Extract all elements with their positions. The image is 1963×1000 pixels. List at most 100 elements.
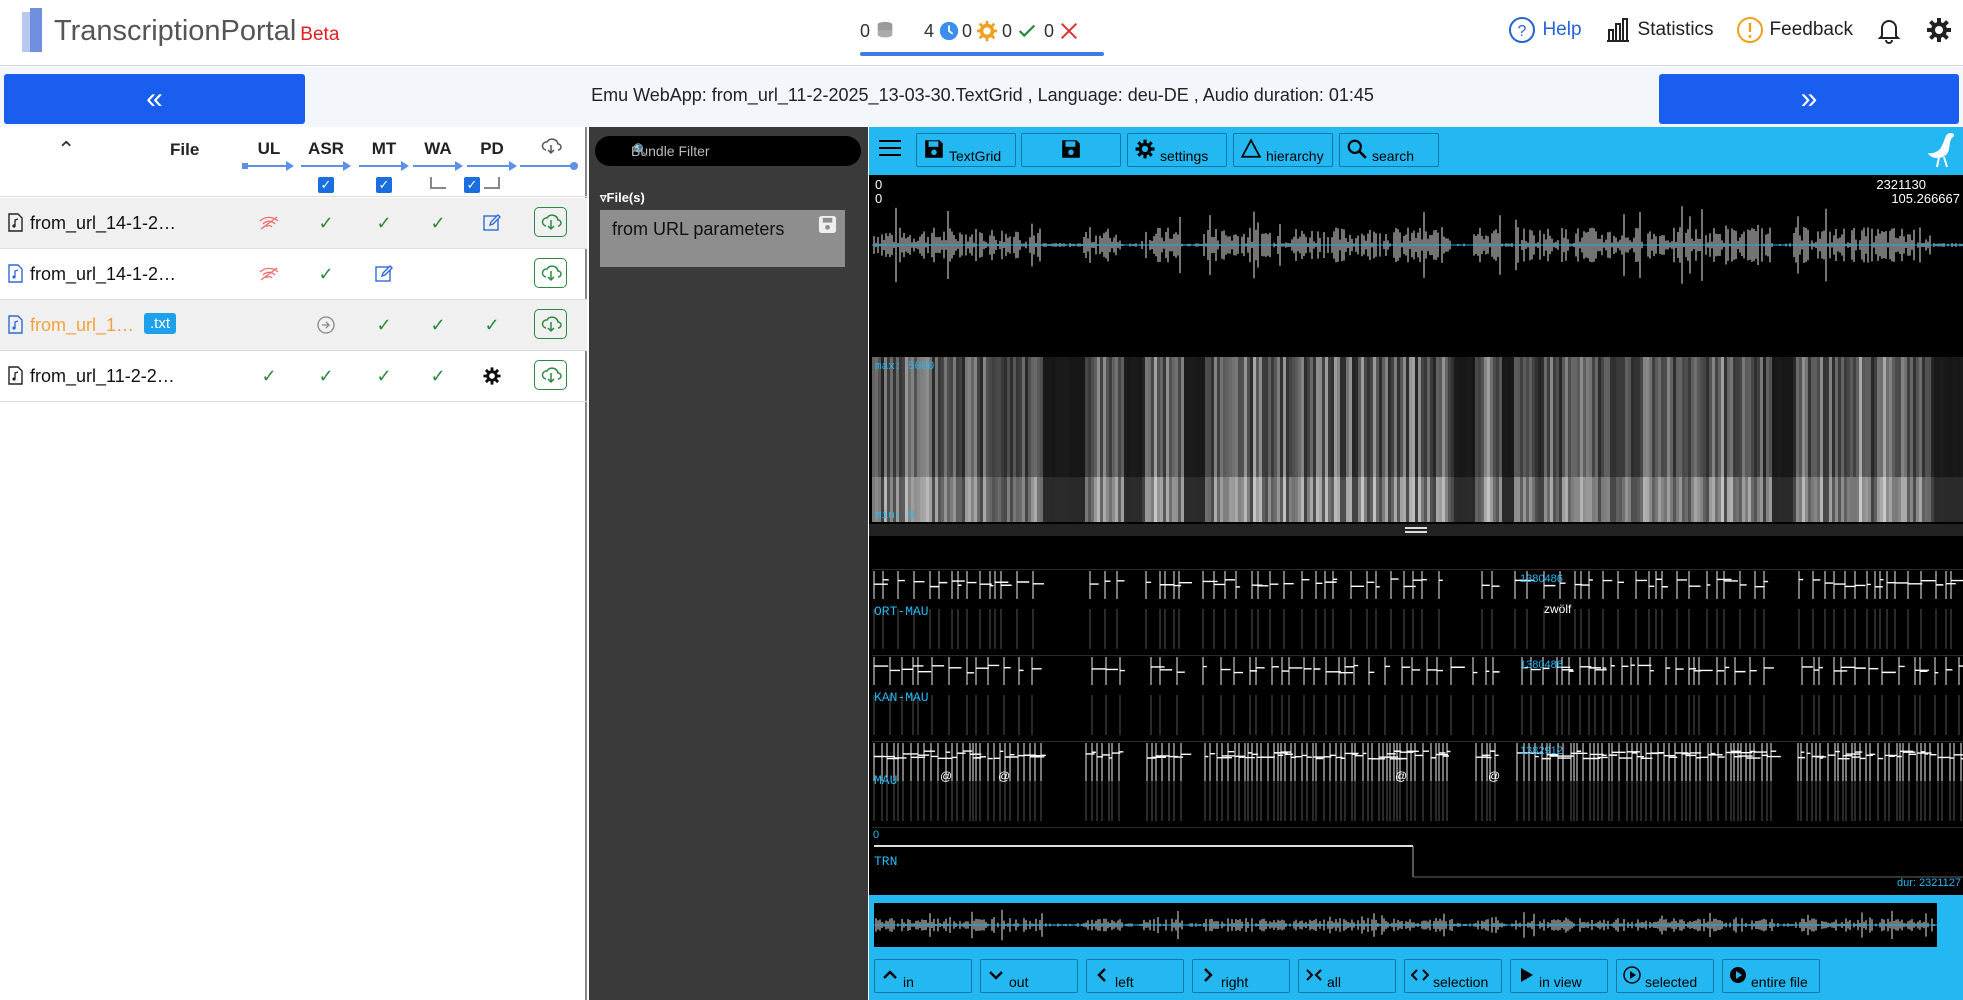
play-entire-file-label: entire file [1751, 974, 1808, 990]
audio-file-icon [8, 315, 23, 334]
tier-ort-mau-canvas[interactable] [872, 569, 1963, 651]
txt-badge[interactable]: .txt [144, 313, 177, 334]
spectrogram-canvas[interactable] [872, 357, 1963, 522]
mt-check-icon: ✓ [376, 365, 392, 386]
ul-status-no-internet-icon [242, 212, 296, 234]
play-icon [1521, 968, 1533, 982]
file-name[interactable]: from_url_14-1-2… [30, 213, 176, 234]
search-button[interactable]: search [1339, 133, 1439, 167]
gear-icon [1927, 18, 1951, 42]
play-in-view-button[interactable]: in view [1510, 959, 1608, 993]
download-button[interactable] [534, 258, 567, 288]
tier-mau[interactable]: MAU 1382912 @ @ @ @ [872, 741, 1963, 823]
emu-bird-logo-icon[interactable] [1925, 130, 1957, 170]
waveform-canvas[interactable] [872, 175, 1963, 315]
scroll-left-button[interactable]: left [1086, 959, 1184, 993]
zoom-in-button[interactable]: in [874, 959, 972, 993]
view-selection-button[interactable]: selection [1404, 959, 1502, 993]
save-button[interactable] [1021, 133, 1121, 167]
file-name[interactable]: from_url_14-1-2… [30, 264, 176, 285]
chevron-up-icon [883, 970, 897, 979]
bundle-filter-input[interactable]: 🔍 Bundle Filter [595, 136, 861, 166]
scroll-right-button[interactable]: right [1192, 959, 1290, 993]
status-processing-count: 4 [924, 20, 935, 41]
bundle-item[interactable]: from URL parameters [600, 210, 845, 267]
help-link[interactable]: ? Help [1508, 16, 1582, 44]
mt-edit-icon[interactable] [357, 263, 411, 285]
pipeline-arrow-icon [520, 161, 578, 171]
pd-edit-icon[interactable] [465, 212, 519, 234]
title-row: « Emu WebApp: from_url_11-2-2025_13-03-3… [0, 67, 1963, 127]
menu-icon[interactable] [879, 140, 901, 158]
spectro-min-label: min: 0 [875, 510, 915, 522]
file-row[interactable]: from_url_14-1-2… ✓ ✓ ✓ [0, 198, 587, 249]
settings-button[interactable]: settings [1127, 133, 1227, 167]
overview-waveform-canvas[interactable] [874, 903, 1937, 947]
mt-check-icon: ✓ [376, 314, 392, 335]
waveform-track[interactable]: 0 0 2321130 105.266667 [872, 175, 1963, 315]
bell-icon [1877, 20, 1901, 44]
chevron-right-icon [1204, 968, 1213, 982]
file-name[interactable]: from_url_11-2-2… [30, 366, 175, 387]
header-wa: WA [411, 127, 465, 189]
wave-start-time: 0 [875, 191, 883, 206]
view-selection-label: selection [1433, 974, 1489, 990]
notifications-button[interactable] [1875, 16, 1903, 44]
pipeline-arrow-icon [411, 161, 465, 171]
file-name[interactable]: from_url_1… [30, 315, 134, 336]
tier-trn-canvas[interactable] [872, 827, 1963, 892]
sort-caret-icon[interactable]: ⌃ [57, 137, 75, 163]
file-row[interactable]: from_url_14-1-2… ✓ [0, 249, 587, 300]
settings-label: settings [1160, 148, 1209, 164]
triangle-icon [1240, 138, 1262, 158]
status-processing: 4 [924, 20, 960, 42]
mt-checkbox[interactable]: ✓ [376, 177, 392, 193]
asr-arrow-circle-icon [299, 314, 353, 336]
save-icon [925, 140, 943, 158]
download-button[interactable] [534, 207, 567, 237]
hierarchy-label: hierarchy [1266, 148, 1324, 164]
app-logo[interactable] [22, 8, 46, 52]
play-selected-label: selected [1645, 974, 1698, 990]
wa-check-icon: ✓ [430, 314, 446, 335]
files-group-toggle[interactable]: ▿File(s) [600, 190, 645, 206]
pd-checkbox[interactable]: ✓ [464, 177, 480, 193]
file-row[interactable]: from_url_11-2-2… ✓ ✓ ✓ ✓ [0, 351, 587, 402]
header-mt: MT ✓ [357, 127, 411, 193]
tier-kan-mau-canvas[interactable] [872, 655, 1963, 737]
pipeline-arrow-icon [357, 161, 411, 171]
double-chevron-right-icon: » [1800, 82, 1818, 115]
resize-handle[interactable] [869, 524, 1963, 536]
status-failed-count: 0 [1044, 20, 1055, 41]
tier-trn[interactable]: 0 TRN dur: 2321127 [872, 827, 1963, 892]
collapse-left-button[interactable]: « [4, 74, 305, 124]
download-button[interactable] [534, 360, 567, 390]
textgrid-save-button[interactable]: TextGrid [916, 133, 1016, 167]
spectrogram-track[interactable]: max: 5000 min: 0 [872, 357, 1963, 522]
tier-kan-mau[interactable]: KAN-MAU 1380486 [872, 655, 1963, 737]
feedback-link[interactable]: Feedback [1736, 16, 1853, 44]
tier-mau-canvas[interactable] [872, 741, 1963, 823]
file-row[interactable]: from_url_1… .txt ✓ ✓ ✓ [0, 300, 587, 351]
play-entire-file-button[interactable]: entire file [1722, 959, 1820, 993]
header-file[interactable]: File [170, 140, 199, 160]
expand-right-button[interactable]: » [1659, 74, 1959, 124]
view-all-button[interactable]: all [1298, 959, 1396, 993]
brand-title[interactable]: TranscriptionPortal Beta [54, 15, 339, 48]
help-label: Help [1542, 19, 1582, 40]
play-selected-button[interactable]: selected [1616, 959, 1714, 993]
job-status-bar[interactable]: 0 4 0 0 0 [860, 14, 1104, 56]
hierarchy-button[interactable]: hierarchy [1233, 133, 1333, 167]
play-circle-icon [1730, 967, 1746, 983]
statistics-link[interactable]: Statistics [1604, 16, 1714, 44]
save-icon[interactable] [818, 215, 837, 234]
header-ul: UL [242, 127, 296, 171]
settings-button[interactable] [1925, 16, 1953, 44]
header-mt-label: MT [371, 139, 397, 158]
header-pd: PD ✓ [464, 127, 519, 193]
zoom-out-button[interactable]: out [980, 959, 1078, 993]
tier-ort-mau[interactable]: ORT-MAU 1380486 zwölf [872, 569, 1963, 651]
overview-waveform[interactable] [874, 903, 1937, 947]
asr-checkbox[interactable]: ✓ [318, 177, 334, 193]
download-button[interactable] [534, 309, 567, 339]
